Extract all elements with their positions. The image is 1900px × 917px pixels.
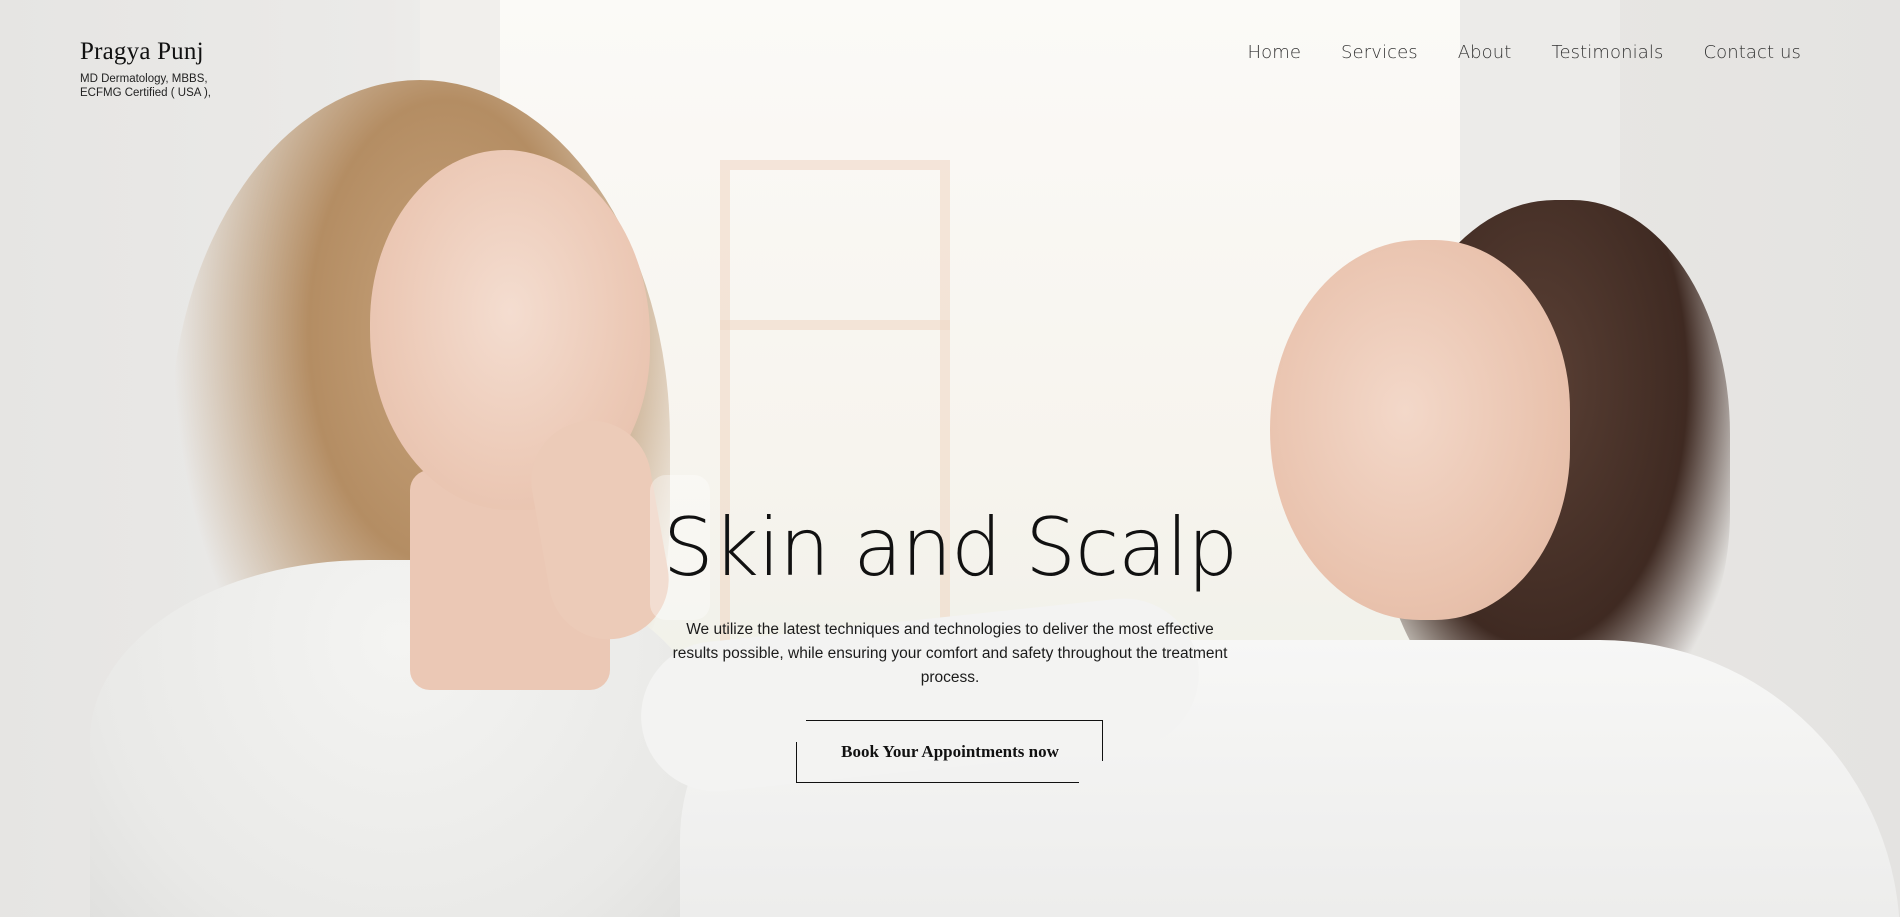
window-frame — [720, 320, 950, 330]
brand-credentials-line: MD Dermatology, MBBS, — [80, 73, 208, 85]
main-nav: Home Services About Testimonials Contact… — [1247, 42, 1801, 63]
nav-services[interactable]: Services — [1341, 42, 1418, 63]
brand-credentials: MD Dermatology, MBBS, ECFMG Certified ( … — [80, 72, 211, 100]
book-appointment-button[interactable]: Book Your Appointments now — [796, 720, 1104, 784]
nav-contact-us[interactable]: Contact us — [1703, 42, 1801, 63]
brand-name: Pragya Punj — [80, 38, 204, 65]
brand-credentials-line: ECFMG Certified ( USA ), — [80, 87, 211, 99]
nav-testimonials[interactable]: Testimonials — [1551, 42, 1663, 63]
brand-logo[interactable]: Pragya Punj MD Dermatology, MBBS, ECFMG … — [80, 38, 211, 100]
nav-about[interactable]: About — [1458, 42, 1512, 63]
window-frame — [720, 160, 950, 170]
hero-title: Skin and Scalp — [662, 501, 1238, 594]
cta-container: Book Your Appointments now — [796, 720, 1104, 784]
hero-description: We utilize the latest techniques and tec… — [672, 621, 1228, 686]
hero-section: Skin and Scalp We utilize the latest tec… — [0, 500, 1900, 784]
nav-home[interactable]: Home — [1247, 42, 1301, 63]
